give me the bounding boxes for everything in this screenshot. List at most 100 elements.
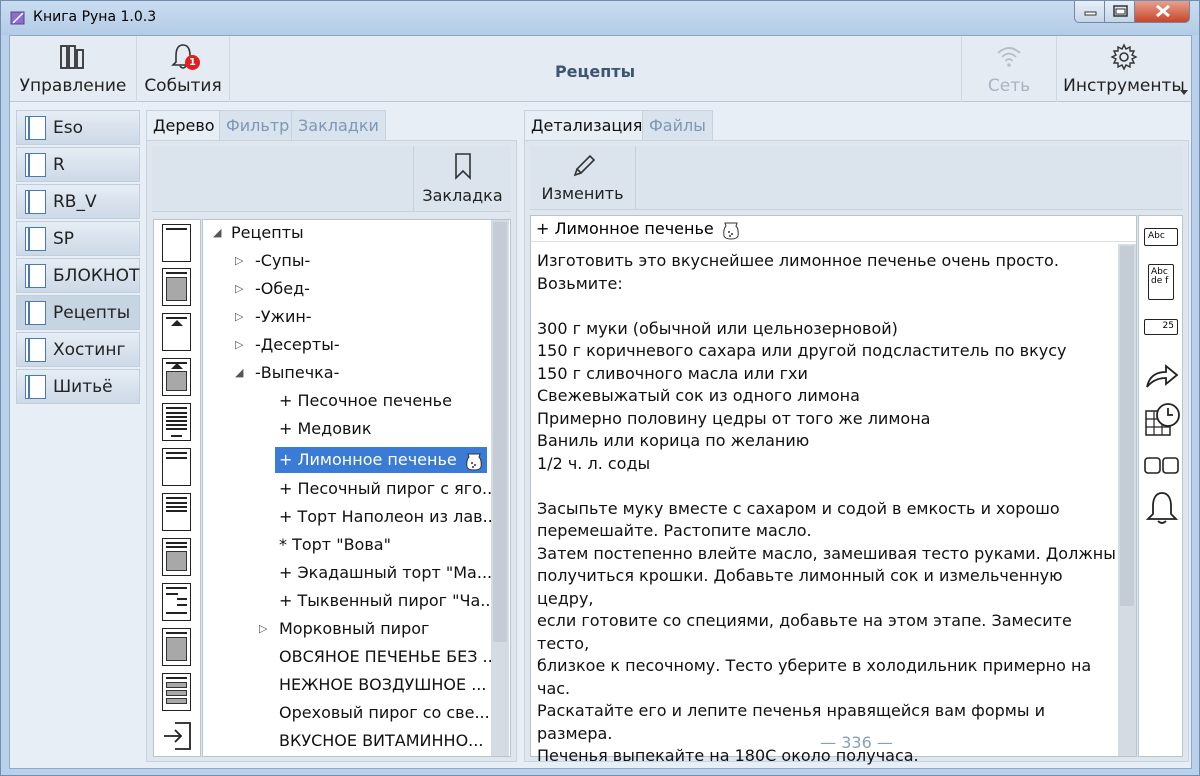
- tree-node[interactable]: + Экадашный торт "Ма...: [279, 560, 492, 586]
- bookmark-button[interactable]: Закладка: [413, 146, 511, 212]
- detail-scrollbar[interactable]: [1118, 244, 1136, 756]
- template-header-text-icon[interactable]: [162, 448, 191, 486]
- tree-subtoolbar: Закладка: [152, 146, 511, 212]
- detail-subtoolbar: Изменить: [530, 146, 1183, 210]
- notebook-icon: [25, 338, 46, 362]
- tree-node[interactable]: ОВСЯНОЕ ПЕЧЕНЬЕ БЕЗ ...: [279, 644, 498, 670]
- tree-node-label: + Песочное печенье: [279, 391, 452, 410]
- close-icon: [1156, 4, 1170, 18]
- edit-label: Изменить: [541, 184, 624, 203]
- split-view-icon[interactable]: [1144, 456, 1180, 476]
- expanded-arrow-icon[interactable]: ◢: [213, 220, 221, 246]
- note-body[interactable]: Изготовить это вкуснейшее лимонное печен…: [537, 250, 1117, 775]
- tab-filter[interactable]: Фильтр: [219, 110, 297, 140]
- number-field-tool[interactable]: 25: [1144, 319, 1178, 335]
- edit-button[interactable]: Изменить: [530, 146, 636, 210]
- template-blank-icon[interactable]: [162, 224, 191, 262]
- tree-node[interactable]: ▷ -Ужин-: [235, 304, 312, 330]
- template-heading-image-icon[interactable]: [162, 358, 191, 396]
- import-icon[interactable]: [161, 720, 193, 752]
- events-button[interactable]: 1 События: [137, 36, 229, 102]
- tree-node[interactable]: ◢ -Выпечка-: [235, 360, 339, 386]
- collapsed-arrow-icon[interactable]: ▷: [235, 332, 243, 358]
- calendar-clock-icon[interactable]: [1144, 401, 1182, 439]
- tree-node[interactable]: ▷ -Десерты-: [235, 332, 340, 358]
- sidebar-item-sp[interactable]: SP: [16, 221, 140, 256]
- template-indent-icon[interactable]: [162, 583, 191, 621]
- sidebar-item-recipes[interactable]: Рецепты: [16, 295, 140, 330]
- tools-button[interactable]: Инструменты: [1057, 36, 1191, 102]
- right-tabbar: Детализация Файлы: [524, 110, 724, 140]
- collapsed-arrow-icon[interactable]: ▷: [235, 276, 243, 302]
- tree-node[interactable]: Ореховый пирог со све...: [279, 700, 490, 726]
- sidebar-item-hosting[interactable]: Хостинг: [16, 332, 140, 367]
- detail-scrollbar-thumb[interactable]: [1120, 246, 1134, 606]
- text-field-tool[interactable]: Abc: [1144, 228, 1178, 246]
- sidebar-item-sewing[interactable]: Шитьё: [16, 369, 140, 404]
- network-button[interactable]: Сеть: [962, 36, 1056, 102]
- wifi-icon: [997, 47, 1021, 67]
- collapsed-arrow-icon[interactable]: ▷: [259, 616, 267, 642]
- manage-button[interactable]: Управление: [10, 36, 136, 102]
- template-lines-image-icon[interactable]: [162, 538, 191, 576]
- bell-icon[interactable]: [1144, 490, 1180, 526]
- notes-tree[interactable]: ◢ Рецепты ▷ -Супы- ▷ -Обед- ▷ -Ужин- ▷ -Десер…: [202, 219, 511, 757]
- tree-node[interactable]: НЕЖНОЕ ВОЗДУШНОЕ ...: [279, 672, 486, 698]
- tree-node[interactable]: ◢ Рецепты: [213, 220, 304, 246]
- template-heading-icon[interactable]: [162, 313, 191, 351]
- tab-files[interactable]: Файлы: [642, 110, 713, 140]
- template-text-icon[interactable]: [162, 403, 191, 441]
- minimize-button[interactable]: [1074, 1, 1105, 23]
- expanded-arrow-icon[interactable]: ◢: [235, 360, 243, 386]
- tree-node[interactable]: ▷ -Супы-: [235, 248, 310, 274]
- template-lines-icon[interactable]: [162, 493, 191, 531]
- tree-node[interactable]: + Песочное печенье: [279, 388, 452, 414]
- network-label: Сеть: [987, 76, 1031, 96]
- sidebar-item-r[interactable]: R: [16, 147, 140, 182]
- collapsed-arrow-icon[interactable]: ▷: [235, 248, 243, 274]
- note-count: — 336 —: [820, 733, 893, 752]
- left-tabbar: Дерево Фильтр Закладки: [146, 110, 386, 140]
- maximize-button[interactable]: [1104, 1, 1135, 23]
- title-bar[interactable]: Книга Руна 1.0.3: [1, 1, 1199, 35]
- tree-node-label: -Супы-: [255, 251, 311, 270]
- sidebar-item-rb-v[interactable]: RB_V: [16, 184, 140, 219]
- tree-node[interactable]: * Торт "Вова": [279, 532, 391, 558]
- sidebar-item-eso[interactable]: Eso: [16, 110, 140, 145]
- tree-node-label: -Ужин-: [255, 307, 312, 326]
- tree-node[interactable]: + Медовик: [279, 416, 371, 442]
- tree-node[interactable]: + Песочный пирог с яго...: [279, 476, 497, 502]
- template-image-icon[interactable]: [162, 268, 191, 306]
- tree-node-label: ВКУСНОЕ ВИТАМИННО...: [279, 731, 484, 750]
- sidebar-item-label: Шитьё: [53, 377, 113, 397]
- tab-tree[interactable]: Дерево: [146, 110, 222, 140]
- tree-node-label: + Экадашный торт "Ма...: [279, 563, 493, 582]
- template-table-icon[interactable]: [162, 673, 191, 711]
- jar-icon: [723, 222, 739, 240]
- sidebar-item-notepad[interactable]: БЛОКНОТ: [16, 258, 140, 293]
- window-title: Книга Руна 1.0.3: [33, 9, 157, 25]
- tree-node[interactable]: ВКУСНОЕ ВИТАМИННО...: [279, 728, 483, 754]
- sidebar-item-label: SP: [53, 229, 75, 249]
- note-title-bar: + Лимонное печенье: [531, 216, 1136, 242]
- tree-node-selected[interactable]: + Лимонное печенье: [275, 447, 487, 473]
- minimize-icon: [1084, 11, 1097, 16]
- share-arrow-icon[interactable]: [1144, 362, 1180, 390]
- tree-node-label: + Тыквенный пирог "Ча...: [279, 591, 496, 610]
- tree-node[interactable]: ▷ -Обед-: [235, 276, 310, 302]
- template-framed-image-icon[interactable]: [162, 628, 191, 666]
- tree-node-label: ОВСЯНОЕ ПЕЧЕНЬЕ БЕЗ ...: [279, 647, 498, 666]
- note-detail[interactable]: + Лимонное печенье Изготовить это вкусне…: [530, 215, 1137, 765]
- tab-details[interactable]: Детализация: [524, 110, 650, 140]
- tree-node[interactable]: ▷ Морковный пирог: [259, 616, 429, 642]
- tree-node[interactable]: + Тыквенный пирог "Ча...: [279, 588, 496, 614]
- sidebar-item-label: Рецепты: [53, 303, 131, 323]
- tree-scrollbar[interactable]: [491, 220, 509, 756]
- tree-node[interactable]: + Торт Наполеон из лав...: [279, 504, 498, 530]
- tab-bookmarks[interactable]: Закладки: [291, 110, 386, 140]
- collapsed-arrow-icon[interactable]: ▷: [235, 304, 243, 330]
- tree-scrollbar-thumb[interactable]: [493, 222, 507, 642]
- close-button[interactable]: [1134, 1, 1190, 23]
- notebook-sidebar: Eso R RB_V SP БЛОКНОТ Рецепты Хостинг Ши…: [16, 110, 140, 406]
- text-area-tool[interactable]: Abc de f: [1148, 264, 1174, 300]
